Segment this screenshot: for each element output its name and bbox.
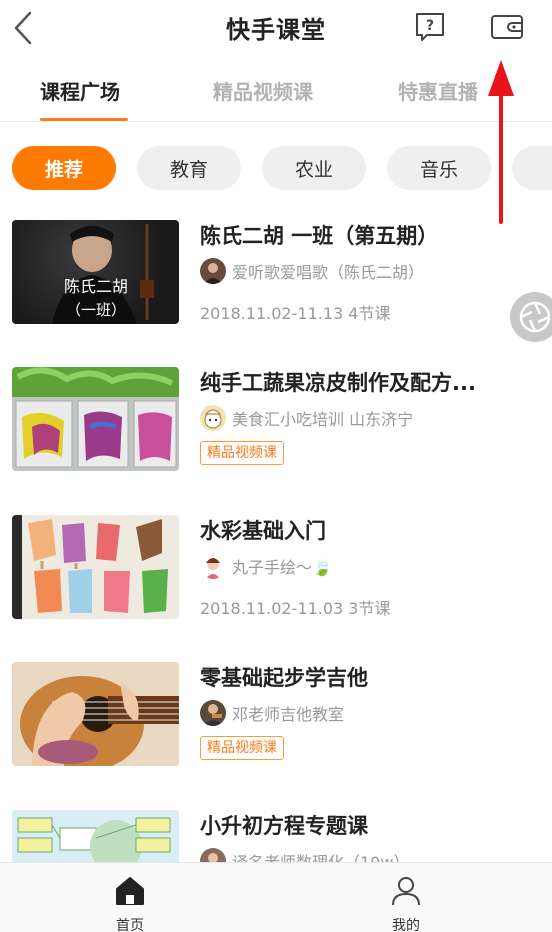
author-name: 美食汇小吃培训 山东济宁 — [232, 410, 414, 429]
user-icon — [392, 877, 420, 906]
tab-discount-live[interactable]: 特惠直播 — [398, 76, 478, 105]
course-title: 水彩基础入门 — [200, 519, 326, 543]
floating-shutter-button[interactable] — [510, 292, 552, 342]
course-schedule: 2018.11.02-11.03 3节课 — [200, 599, 391, 618]
home-icon — [116, 877, 144, 905]
course-item[interactable]: 纯手工蔬果凉皮制作及配方... 美食汇小吃培训 山东济宁 精品视频课 — [0, 367, 552, 477]
thumb-caption-2: （一班） — [66, 301, 126, 319]
active-tab-indicator — [40, 118, 128, 121]
author-name: 丸子手绘～🍃 — [232, 558, 332, 577]
course-thumbnail — [12, 810, 179, 862]
svg-text:?: ? — [426, 18, 434, 34]
course-author: 丸子手绘～🍃 — [200, 553, 332, 579]
course-item[interactable]: 零基础起步学吉他 邓老师吉他教室 精品视频课 — [0, 662, 552, 772]
avatar — [200, 848, 226, 862]
course-author: 译名老师数理化（10w） — [200, 848, 409, 862]
author-name: 邓老师吉他教室 — [232, 705, 345, 724]
chip-recommend[interactable]: 推荐 — [12, 146, 116, 190]
course-author: 爱听歌爱唱歌（陈氏二胡） — [200, 258, 424, 284]
author-name: 译名老师数理化（10w） — [232, 849, 409, 862]
course-author: 邓老师吉他教室 — [200, 700, 344, 726]
premium-video-badge: 精品视频课 — [200, 736, 284, 760]
wallet-icon — [491, 15, 523, 39]
course-item[interactable]: 水彩基础入门 丸子手绘～🍃 2018.11.02-11.03 3节课 — [0, 515, 552, 625]
page-title: 快手课堂 — [226, 16, 326, 44]
chip-education[interactable]: 教育 — [137, 146, 241, 190]
course-author: 美食汇小吃培训 山东济宁 — [200, 405, 413, 431]
premium-video-badge: 精品视频课 — [200, 441, 284, 465]
course-item[interactable]: 小升初方程专题课 译名老师数理化（10w） — [0, 810, 552, 862]
thumb-caption-1: 陈氏二胡 — [64, 277, 128, 296]
chip-music[interactable]: 音乐 — [387, 146, 491, 190]
course-thumbnail — [12, 515, 179, 619]
wallet-button[interactable] — [488, 10, 526, 44]
course-title: 零基础起步学吉他 — [200, 666, 368, 690]
course-item[interactable]: 陈氏二胡 （一班） 陈氏二胡 一班（第五期） 爱听歌爱唱歌（陈氏二胡） 2018… — [0, 220, 552, 330]
nav-me-label: 我的 — [392, 918, 420, 932]
avatar — [200, 405, 226, 431]
course-schedule: 2018.11.02-11.13 4节课 — [200, 304, 391, 323]
chip-more[interactable] — [512, 146, 552, 190]
help-question-icon: ? — [416, 13, 444, 41]
avatar — [200, 553, 226, 579]
course-thumbnail — [12, 367, 179, 471]
course-title: 小升初方程专题课 — [200, 814, 368, 838]
course-thumbnail: 陈氏二胡 （一班） — [12, 220, 179, 324]
tab-bar: 课程广场 精品视频课 特惠直播 — [0, 64, 552, 122]
author-name: 爱听歌爱唱歌（陈氏二胡） — [232, 263, 425, 282]
course-title: 纯手工蔬果凉皮制作及配方... — [200, 371, 476, 395]
tab-course-square[interactable]: 课程广场 — [40, 76, 120, 105]
annotation-arrow-icon — [488, 60, 514, 224]
help-button[interactable]: ? — [412, 10, 448, 44]
chip-agriculture[interactable]: 农业 — [262, 146, 366, 190]
avatar — [200, 258, 226, 284]
avatar — [200, 700, 226, 726]
nav-me[interactable]: 我的 — [346, 863, 466, 932]
nav-home-label: 首页 — [116, 918, 144, 932]
app-header: 快手课堂 ? — [0, 0, 552, 56]
nav-home[interactable]: 首页 — [70, 863, 190, 932]
category-chips: 推荐 教育 农业 音乐 — [0, 146, 552, 190]
course-title: 陈氏二胡 一班（第五期） — [200, 224, 439, 248]
camera-shutter-icon — [519, 301, 551, 333]
course-thumbnail — [12, 662, 179, 766]
bottom-nav: 首页 我的 — [0, 862, 552, 932]
tab-premium-video[interactable]: 精品视频课 — [213, 76, 313, 105]
